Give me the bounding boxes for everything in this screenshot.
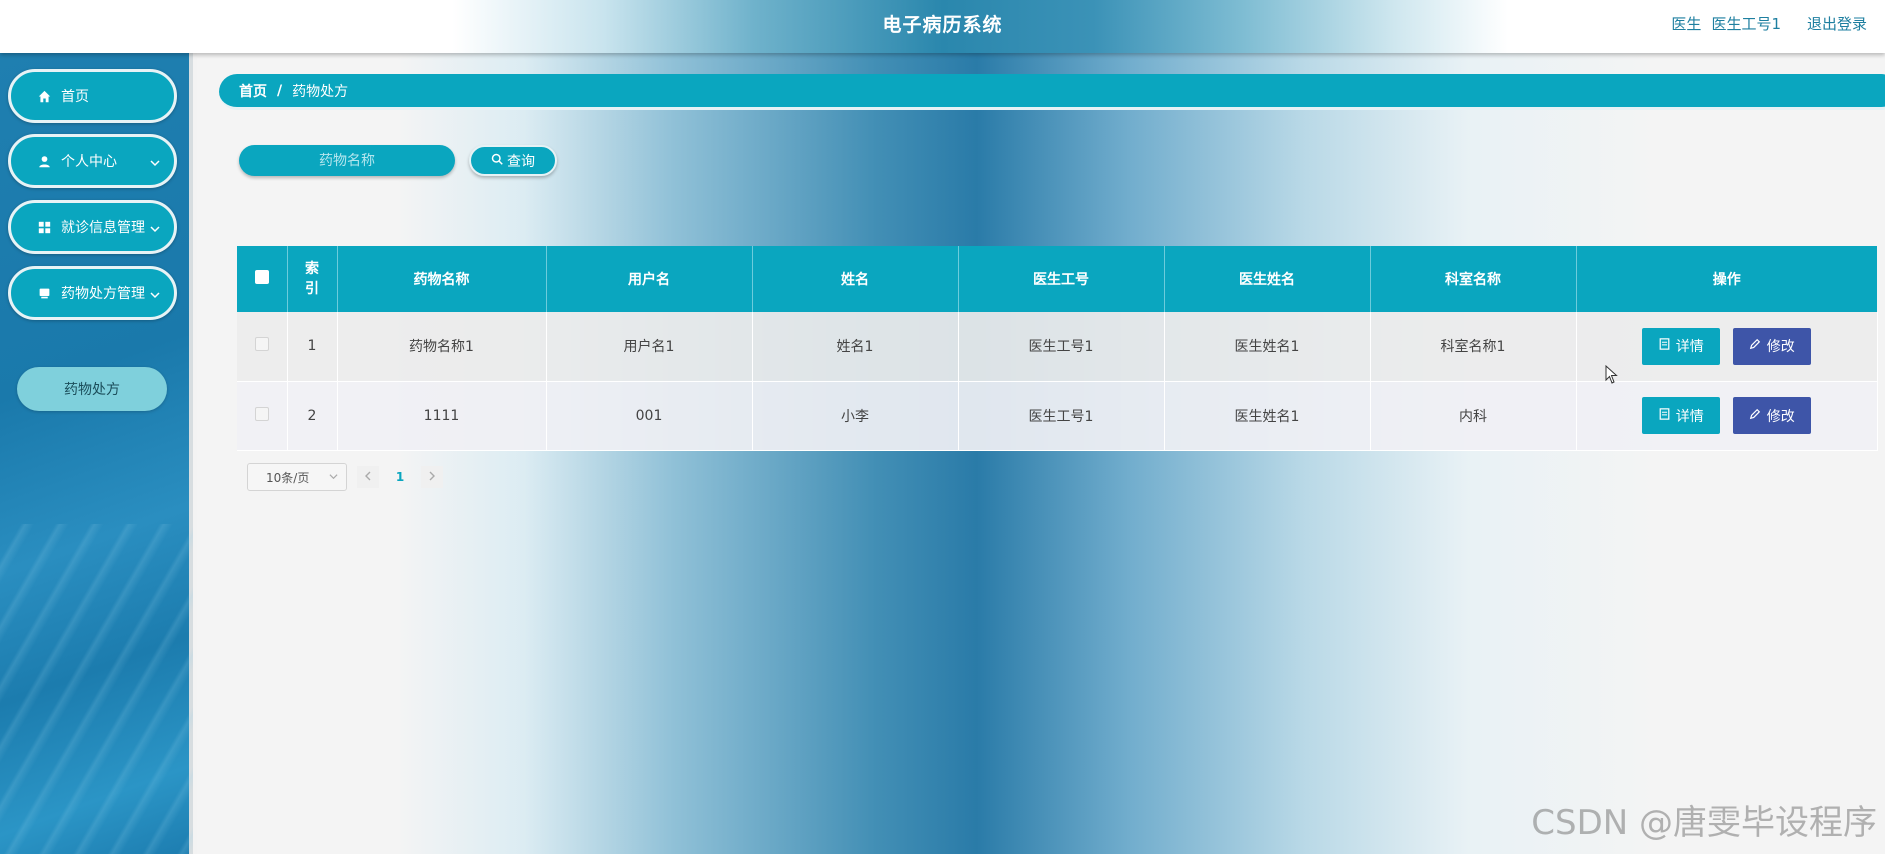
detail-button-label: 详情 <box>1675 339 1704 356</box>
header-user-area: 医生 医生工号1 退出登录 <box>1671 13 1867 34</box>
logout-link[interactable]: 退出登录 <box>1807 13 1867 34</box>
cell-username: 001 <box>546 381 753 451</box>
sidebar: 首页 个人中心 就诊信息管理 药物处方管理 药物处方 <box>0 53 193 854</box>
search-icon <box>491 153 503 169</box>
pencil-icon <box>1749 408 1761 424</box>
pencil-icon <box>1749 338 1761 354</box>
pagination: 10条/页 1 <box>247 463 443 491</box>
user-info: 医生 医生工号1 <box>1671 13 1781 34</box>
row-checkbox[interactable] <box>254 406 269 421</box>
row-checkbox-cell <box>237 312 288 382</box>
cell-name: 姓名1 <box>752 312 959 382</box>
row-checkbox-cell <box>237 381 288 451</box>
sidebar-item-personal-center[interactable]: 个人中心 <box>8 134 177 188</box>
header-index: 索引 <box>287 246 338 312</box>
detail-button[interactable]: 详情 <box>1642 327 1721 365</box>
cell-department: 内科 <box>1370 381 1577 451</box>
search-input[interactable] <box>239 145 455 176</box>
sidebar-item-prescription-management[interactable]: 药物处方管理 <box>8 266 177 320</box>
chevron-left-icon <box>364 470 372 485</box>
cell-doctor-name: 医生姓名1 <box>1164 381 1371 451</box>
table-row: 2 1111 001 小李 医生工号1 医生姓名1 内科 详情 修改 <box>237 381 1878 451</box>
breadcrumb-current: 药物处方 <box>292 83 349 100</box>
header-actions: 操作 <box>1576 246 1877 312</box>
chevron-down-icon <box>150 222 160 238</box>
table-header-row: 索引 药物名称 用户名 姓名 医生工号 医生姓名 科室名称 操作 <box>237 246 1877 312</box>
user-role: 医生 <box>1671 15 1702 33</box>
row-checkbox[interactable] <box>254 337 269 352</box>
page-size-value: 10条/页 <box>266 470 310 485</box>
sidebar-subitem-prescription[interactable]: 药物处方 <box>17 367 167 411</box>
sidebar-item-label: 药物处方管理 <box>61 286 145 302</box>
breadcrumb-separator: / <box>277 82 283 99</box>
watermark: CSDN @唐雯毕设程序 <box>1531 803 1877 843</box>
prescription-table: 索引 药物名称 用户名 姓名 医生工号 医生姓名 科室名称 操作 1 药物名称1… <box>237 246 1878 451</box>
sidebar-item-label: 个人中心 <box>61 154 117 170</box>
cell-drug-name: 1111 <box>337 381 547 451</box>
home-icon <box>37 89 51 103</box>
edit-button-label: 修改 <box>1766 408 1795 425</box>
cell-doctor-id: 医生工号1 <box>958 312 1165 382</box>
search-button[interactable]: 查询 <box>469 145 557 176</box>
select-all-checkbox[interactable] <box>254 270 269 284</box>
table-row: 1 药物名称1 用户名1 姓名1 医生工号1 医生姓名1 科室名称1 详情 修改 <box>237 312 1878 382</box>
sidebar-item-label: 首页 <box>61 89 89 105</box>
top-header: 电子病历系统 医生 医生工号1 退出登录 <box>0 0 1885 53</box>
breadcrumb-home[interactable]: 首页 <box>239 81 267 101</box>
header-username: 用户名 <box>546 246 753 312</box>
sidebar-decoration <box>0 524 193 854</box>
header-doctor-name: 医生姓名 <box>1164 246 1371 312</box>
app-root: 电子病历系统 医生 医生工号1 退出登录 首页 个人中心 就诊信息管理 药物处方… <box>0 0 1885 854</box>
mouse-cursor-icon <box>1605 364 1619 389</box>
cell-actions: 详情 修改 <box>1576 312 1878 382</box>
background-decoration <box>397 53 1657 854</box>
page-size-select[interactable]: 10条/页 <box>247 463 347 491</box>
cell-drug-name: 药物名称1 <box>337 312 547 382</box>
cell-index: 1 <box>287 312 338 382</box>
user-icon <box>37 154 51 168</box>
chevron-down-icon <box>150 288 160 304</box>
edit-button[interactable]: 修改 <box>1732 327 1811 365</box>
header-drug-name: 药物名称 <box>337 246 547 312</box>
cell-name: 小李 <box>752 381 959 451</box>
cell-actions: 详情 修改 <box>1576 381 1878 451</box>
cell-doctor-id: 医生工号1 <box>958 381 1165 451</box>
box-icon <box>37 286 51 300</box>
sidebar-item-label: 就诊信息管理 <box>61 220 145 236</box>
search-button-label: 查询 <box>507 153 535 170</box>
header-name: 姓名 <box>752 246 959 312</box>
header-department: 科室名称 <box>1370 246 1577 312</box>
header-doctor-id: 医生工号 <box>958 246 1165 312</box>
document-icon <box>1659 407 1670 424</box>
detail-button-label: 详情 <box>1675 408 1704 425</box>
edit-button[interactable]: 修改 <box>1732 397 1811 434</box>
cell-doctor-name: 医生姓名1 <box>1164 312 1371 382</box>
chevron-down-icon <box>329 470 338 484</box>
prev-page-button[interactable] <box>357 466 379 488</box>
chevron-right-icon <box>428 470 436 485</box>
breadcrumb: 首页 / 药物处方 <box>219 74 1885 110</box>
detail-button[interactable]: 详情 <box>1642 397 1721 434</box>
sidebar-item-visit-management[interactable]: 就诊信息管理 <box>8 200 177 254</box>
document-icon <box>1659 338 1670 354</box>
cell-department: 科室名称1 <box>1370 312 1577 382</box>
app-title: 电子病历系统 <box>882 14 1003 36</box>
cell-username: 用户名1 <box>546 312 753 382</box>
next-page-button[interactable] <box>421 466 443 488</box>
cell-index: 2 <box>287 381 338 451</box>
main-content: 首页 / 药物处方 查询 索引 药物名称 <box>197 53 1885 854</box>
edit-button-label: 修改 <box>1766 339 1795 356</box>
page-number[interactable]: 1 <box>389 466 411 488</box>
grid-icon <box>37 220 51 234</box>
user-name: 医生工号1 <box>1711 15 1781 33</box>
select-all-header <box>237 246 288 312</box>
chevron-down-icon <box>150 156 160 172</box>
sidebar-item-home[interactable]: 首页 <box>8 69 177 123</box>
